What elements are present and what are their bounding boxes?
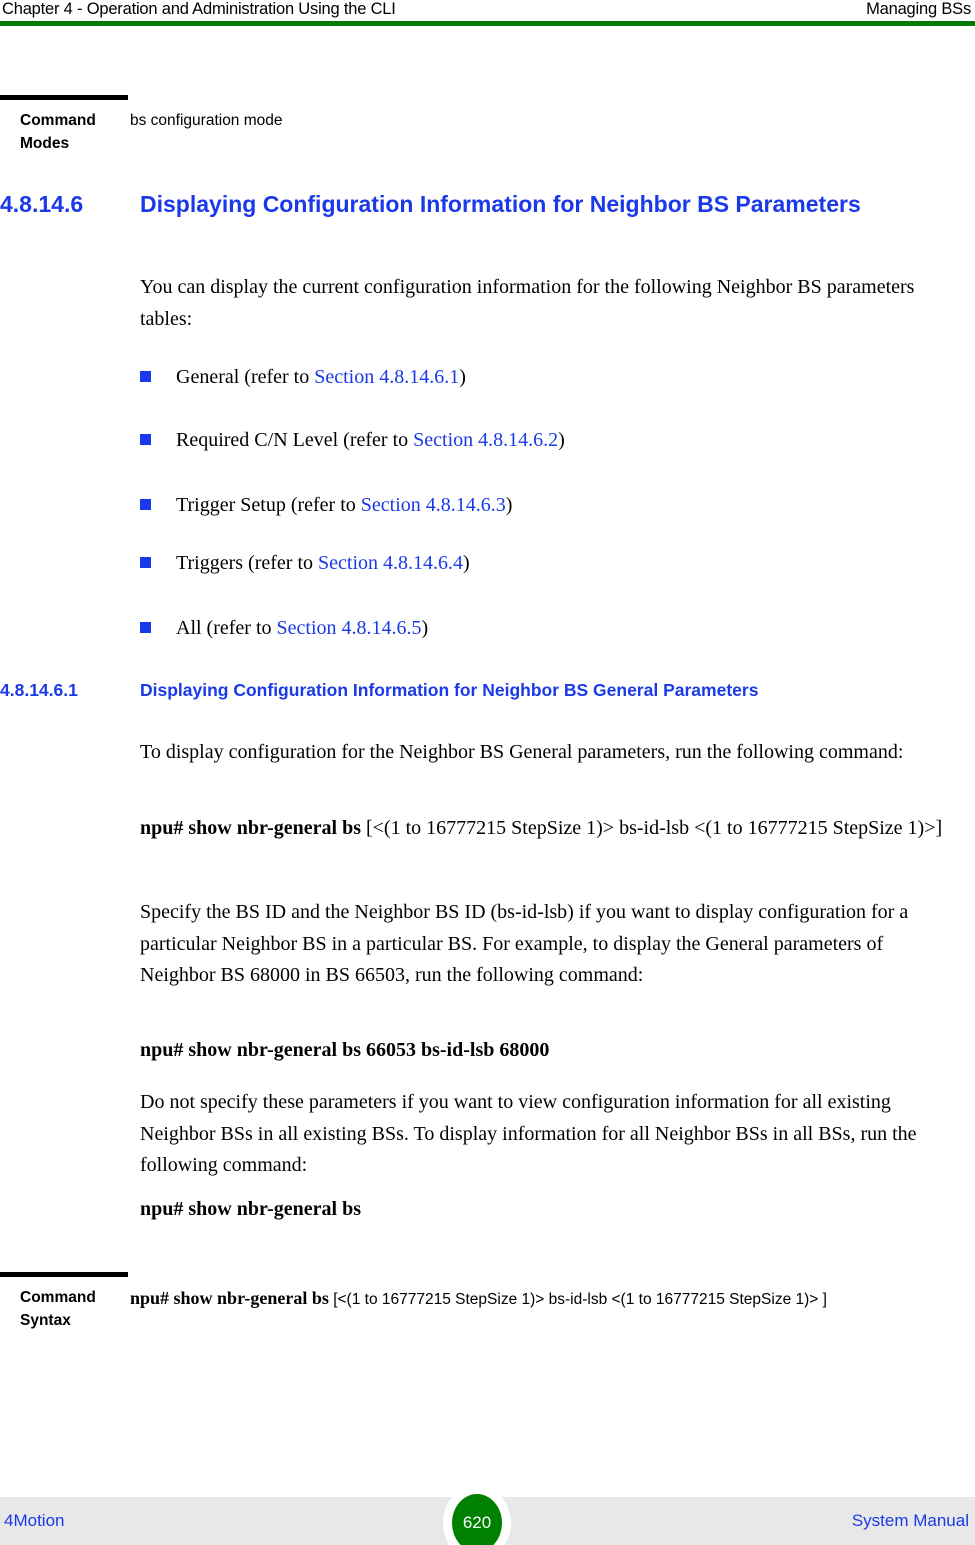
- square-bullet-icon: [140, 434, 151, 445]
- subsection-title: Displaying Configuration Information for…: [140, 680, 759, 700]
- command-modes-value: bs configuration mode: [130, 112, 283, 129]
- section-cross-reference-link[interactable]: Section 4.8.14.6.1: [314, 366, 459, 388]
- list-item-text-after: ): [463, 552, 470, 574]
- section-cross-reference-link[interactable]: Section 4.8.14.6.3: [361, 494, 506, 516]
- subsection-number: 4.8.14.6.1: [0, 680, 78, 700]
- list-item: Required C/N Level (refer to Section 4.8…: [140, 425, 958, 455]
- section-cross-reference-link[interactable]: Section 4.8.14.6.4: [318, 552, 463, 574]
- list-item-text-before: General (refer to: [176, 366, 315, 388]
- section-number: 4.8.14.6: [0, 191, 84, 217]
- command-params-part: [<(1 to 16777215 StepSize 1)> bs-id-lsb …: [360, 817, 943, 839]
- command-syntax-value: npu# show nbr-general bs [<(1 to 1677721…: [130, 1286, 945, 1312]
- footer-manual-name: System Manual: [851, 1511, 969, 1530]
- list-item: All (refer to Section 4.8.14.6.5): [140, 613, 958, 643]
- header-section-title: Managing BSs: [866, 0, 971, 18]
- table-row: Command Syntax npu# show nbr-general bs …: [0, 1277, 945, 1332]
- header-chapter-title: Chapter 4 - Operation and Administration…: [2, 0, 396, 18]
- list-item-text-before: Trigger Setup (refer to: [176, 494, 361, 516]
- command-syntax-line: npu# show nbr-general bs [<(1 to 1677721…: [140, 813, 958, 844]
- list-item: General (refer to Section 4.8.14.6.1): [140, 362, 958, 392]
- document-page: Chapter 4 - Operation and Administration…: [0, 0, 975, 1545]
- paragraph-do-not-specify: Do not specify these parameters if you w…: [140, 1091, 917, 1176]
- footer-product-name: 4Motion: [4, 1511, 65, 1530]
- command-syntax-label: Command Syntax: [0, 1286, 130, 1332]
- list-item-text-after: ): [421, 617, 429, 639]
- list-item-text: Required C/N Level (refer to Section 4.8…: [176, 425, 958, 455]
- square-bullet-icon: [140, 499, 151, 510]
- header-divider-rule: [0, 21, 975, 26]
- command-params-part: [<(1 to 16777215 StepSize 1)> bs-id-lsb …: [328, 1291, 827, 1308]
- paragraph-specify: Specify the BS ID and the Neighbor BS ID…: [140, 901, 909, 986]
- list-item-text-after: ): [505, 494, 513, 516]
- command-modes-label-line1: Command: [20, 112, 96, 129]
- command-syntax-label-line2: Syntax: [20, 1312, 71, 1329]
- list-item-text-before: Triggers (refer to: [176, 552, 319, 574]
- command-bold-part: npu# show nbr-general bs: [140, 1198, 361, 1220]
- command-modes-label-line2: Modes: [20, 135, 70, 152]
- section-cross-reference-link[interactable]: Section 4.8.14.6.2: [413, 429, 558, 451]
- list-item-text-before: All (refer to: [176, 617, 277, 639]
- page-number-badge: 620: [452, 1494, 502, 1545]
- command-bold-part: npu# show nbr-general bs: [130, 1288, 329, 1308]
- paragraph-to-display: To display configuration for the Neighbo…: [140, 741, 904, 763]
- section-heading-4-8-14-6: 4.8.14.6 Displaying Configuration Inform…: [0, 188, 945, 221]
- list-item-text-after: ): [459, 366, 466, 388]
- square-bullet-icon: [140, 371, 151, 382]
- list-item-text-after: ): [558, 429, 565, 451]
- subsection-heading-4-8-14-6-1: 4.8.14.6.1 Displaying Configuration Info…: [0, 679, 945, 702]
- command-bold-part: npu# show nbr-general bs 66053 bs-id-lsb…: [140, 1039, 550, 1061]
- list-item-text: Triggers (refer to Section 4.8.14.6.4): [176, 548, 958, 578]
- list-item: Trigger Setup (refer to Section 4.8.14.6…: [140, 490, 958, 520]
- section-title: Displaying Configuration Information for…: [140, 191, 861, 217]
- intro-paragraph: You can display the current configuratio…: [140, 276, 915, 330]
- table-row: Command Modes bs configuration mode: [0, 100, 945, 155]
- command-example-line: npu# show nbr-general bs 66053 bs-id-lsb…: [140, 1035, 958, 1066]
- command-syntax-table: Command Syntax npu# show nbr-general bs …: [0, 1272, 945, 1332]
- command-syntax-label-line1: Command: [20, 1289, 96, 1306]
- command-bold-part: npu# show nbr-general bs: [140, 817, 361, 839]
- section-cross-reference-link[interactable]: Section 4.8.14.6.5: [277, 617, 422, 639]
- command-all-line: npu# show nbr-general bs: [140, 1194, 958, 1225]
- square-bullet-icon: [140, 557, 151, 568]
- list-item: Triggers (refer to Section 4.8.14.6.4): [140, 548, 958, 578]
- command-modes-label: Command Modes: [0, 109, 130, 155]
- list-item-text: General (refer to Section 4.8.14.6.1): [176, 362, 958, 392]
- list-item-text: Trigger Setup (refer to Section 4.8.14.6…: [176, 490, 958, 520]
- command-modes-table: Command Modes bs configuration mode: [0, 95, 945, 155]
- square-bullet-icon: [140, 622, 151, 633]
- list-item-text: All (refer to Section 4.8.14.6.5): [176, 613, 958, 643]
- list-item-text-before: Required C/N Level (refer to: [176, 429, 414, 451]
